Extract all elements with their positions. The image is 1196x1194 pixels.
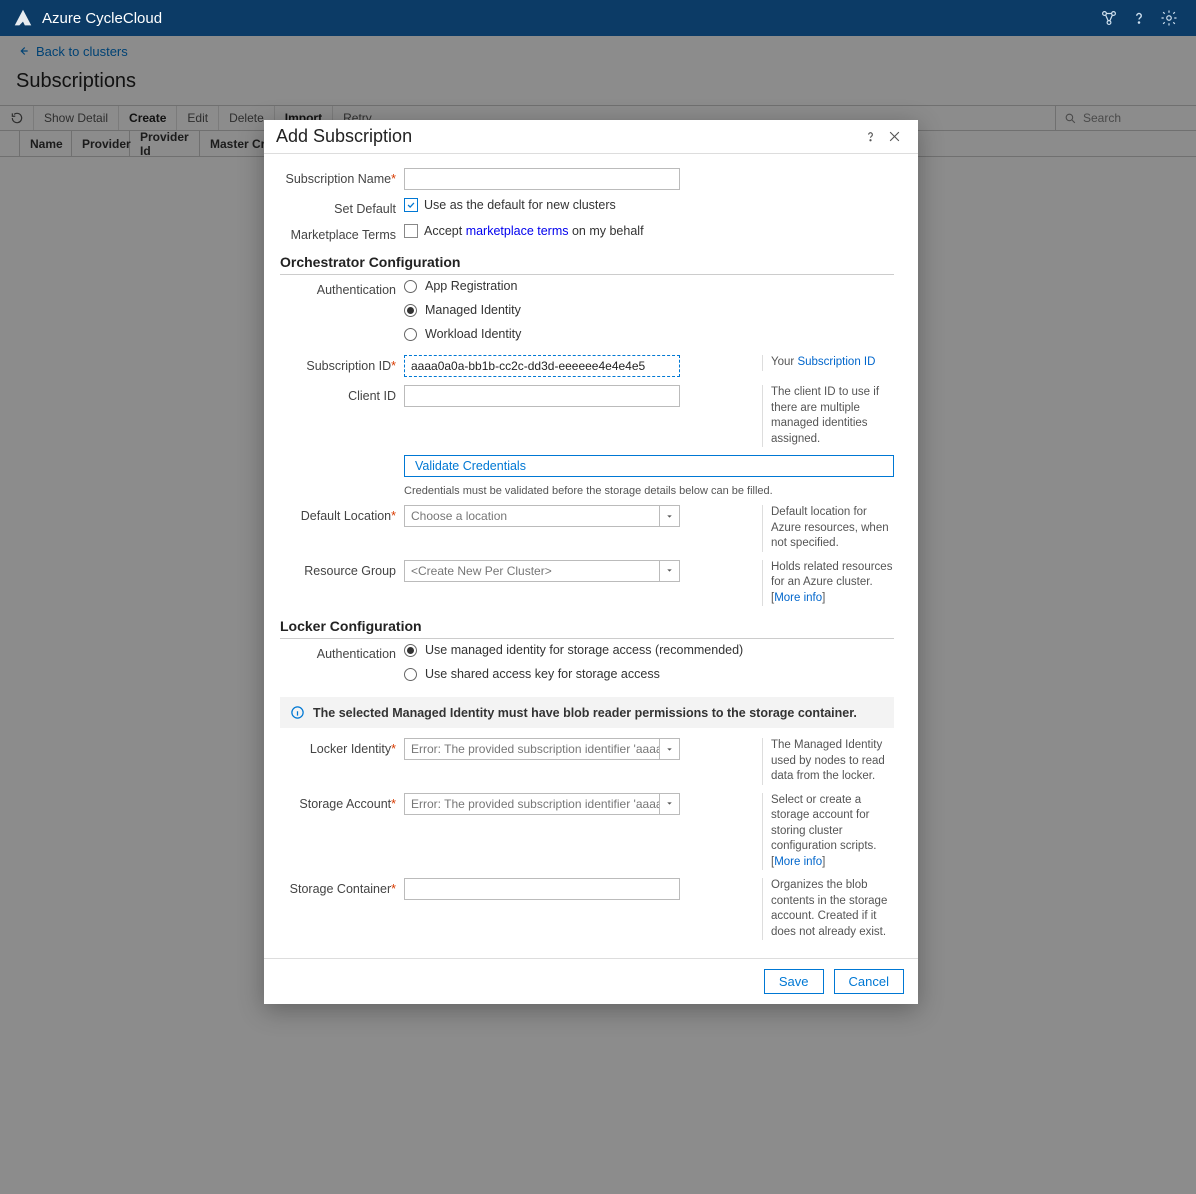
locker-identity-select[interactable]: Error: The provided subscription identif…	[404, 738, 680, 760]
app-logo: Azure CycleCloud	[12, 7, 162, 29]
label-locker-id: Locker Identity	[310, 742, 391, 756]
marketplace-text-pre: Accept	[424, 224, 466, 238]
cancel-button[interactable]: Cancel	[834, 969, 904, 994]
auth-app-radio[interactable]	[404, 280, 417, 293]
label-sub-id: Subscription ID	[306, 359, 391, 373]
label-locker-auth: Authentication	[280, 643, 404, 661]
client-id-input[interactable]	[404, 385, 680, 407]
label-sa: Storage Account	[299, 797, 391, 811]
label-marketplace: Marketplace Terms	[280, 224, 404, 242]
check-icon	[406, 200, 416, 210]
help-icon[interactable]	[1124, 3, 1154, 33]
locker-auth-mi-label: Use managed identity for storage access …	[425, 643, 743, 657]
app-title: Azure CycleCloud	[42, 10, 162, 27]
dialog-close-button[interactable]	[882, 125, 906, 149]
sa-side-end: ]	[822, 856, 825, 868]
info-banner: The selected Managed Identity must have …	[280, 697, 894, 728]
chevron-down-icon	[659, 794, 679, 814]
validate-credentials-button[interactable]: Validate Credentials	[404, 455, 894, 477]
locker-auth-sak-label: Use shared access key for storage access	[425, 667, 660, 681]
label-sc: Storage Container	[290, 882, 391, 896]
validate-note: Credentials must be validated before the…	[404, 485, 894, 497]
dialog-header: Add Subscription	[264, 120, 918, 154]
label-def-loc: Default Location	[301, 509, 391, 523]
locker-section-header: Locker Configuration	[280, 618, 894, 639]
label-auth: Authentication	[280, 279, 404, 297]
auth-wi-radio[interactable]	[404, 328, 417, 341]
marketplace-terms-link[interactable]: marketplace terms	[466, 224, 569, 238]
def-loc-side: Default location for Azure resources, wh…	[762, 505, 894, 552]
orchestrator-section-header: Orchestrator Configuration	[280, 254, 894, 275]
storage-container-input[interactable]	[404, 878, 680, 900]
rg-side-end: ]	[822, 592, 825, 604]
subscription-id-input[interactable]	[404, 355, 680, 377]
set-default-checkbox[interactable]	[404, 198, 418, 212]
label-set-default: Set Default	[280, 198, 404, 216]
storage-account-select[interactable]: Error: The provided subscription identif…	[404, 793, 680, 815]
dialog-footer: Save Cancel	[264, 958, 918, 1004]
auth-wi-label: Workload Identity	[425, 327, 521, 341]
locker-auth-sak-radio[interactable]	[404, 668, 417, 681]
set-default-label: Use as the default for new clusters	[424, 198, 616, 212]
auth-app-label: App Registration	[425, 279, 517, 293]
auth-mi-radio[interactable]	[404, 304, 417, 317]
default-location-value: Choose a location	[405, 509, 659, 523]
save-button[interactable]: Save	[764, 969, 824, 994]
storage-account-value: Error: The provided subscription identif…	[405, 797, 659, 811]
label-sub-name: Subscription Name	[286, 172, 392, 186]
topbar: Azure CycleCloud	[0, 0, 1196, 36]
sub-id-side-link[interactable]: Subscription ID	[797, 356, 875, 368]
client-id-side: The client ID to use if there are multip…	[762, 385, 894, 447]
resource-group-select[interactable]: <Create New Per Cluster>	[404, 560, 680, 582]
chevron-down-icon	[659, 561, 679, 581]
connections-icon[interactable]	[1094, 3, 1124, 33]
locker-identity-value: Error: The provided subscription identif…	[405, 742, 659, 756]
auth-mi-label: Managed Identity	[425, 303, 521, 317]
default-location-select[interactable]: Choose a location	[404, 505, 680, 527]
locker-auth-mi-radio[interactable]	[404, 644, 417, 657]
sub-id-side-pre: Your	[771, 356, 797, 368]
resource-group-value: <Create New Per Cluster>	[405, 564, 659, 578]
label-rg: Resource Group	[280, 560, 404, 578]
marketplace-text-post: on my behalf	[569, 224, 644, 238]
chevron-down-icon	[659, 506, 679, 526]
locker-id-side: The Managed Identity used by nodes to re…	[762, 738, 894, 785]
settings-icon[interactable]	[1154, 3, 1184, 33]
sa-more-info-link[interactable]: More info	[774, 856, 822, 868]
close-icon	[887, 129, 902, 144]
azure-logo-icon	[12, 7, 34, 29]
label-client-id: Client ID	[280, 385, 404, 403]
help-icon	[863, 129, 878, 144]
chevron-down-icon	[659, 739, 679, 759]
rg-more-info-link[interactable]: More info	[774, 592, 822, 604]
info-icon	[290, 705, 305, 720]
add-subscription-dialog: Add Subscription Subscription Name* Set …	[264, 120, 918, 1004]
info-message: The selected Managed Identity must have …	[313, 706, 857, 720]
marketplace-checkbox[interactable]	[404, 224, 418, 238]
dialog-title: Add Subscription	[276, 126, 412, 147]
subscription-name-input[interactable]	[404, 168, 680, 190]
dialog-help-button[interactable]	[858, 125, 882, 149]
sc-side: Organizes the blob contents in the stora…	[762, 878, 894, 940]
